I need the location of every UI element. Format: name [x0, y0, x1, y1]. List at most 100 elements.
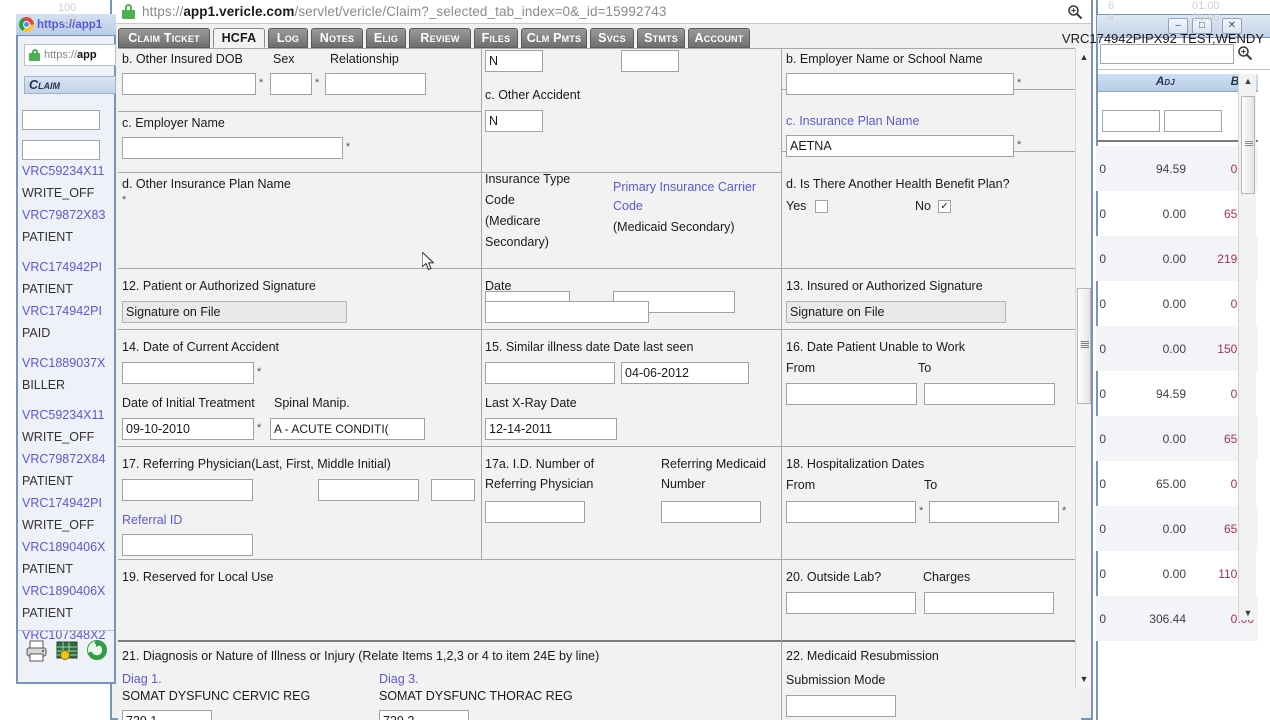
select-relationship[interactable] [325, 73, 426, 95]
input-item18-from[interactable] [786, 501, 916, 523]
form-scrollbar-grip [1081, 341, 1089, 348]
label-submission-mode: Submission Mode [786, 673, 886, 687]
checkbox-another-plan-yes[interactable] [815, 200, 828, 213]
sidebar-claim-id[interactable]: VRC79872X83 [18, 208, 116, 230]
background-window-scrollbar[interactable]: ▲ ▼ [1238, 74, 1256, 620]
sidebar-claim-id[interactable]: VRC174942PI [18, 260, 116, 282]
sidebar-claim-id[interactable]: VRC1890406X [18, 540, 116, 562]
scroll-up-arrow[interactable]: ▲ [1241, 74, 1255, 88]
input-employer-or-school[interactable] [786, 73, 1014, 95]
column-header-adj[interactable]: Adj [1098, 74, 1183, 91]
input-referring-medicaid-number[interactable] [661, 501, 761, 523]
tab-stmts[interactable]: Stmts [637, 28, 685, 48]
filter-input-adj[interactable] [1102, 110, 1160, 132]
tab-clm-pmts[interactable]: Clm Pmts [521, 28, 587, 48]
tab-files[interactable]: Files [474, 28, 518, 48]
page-zoom-icon[interactable] [1066, 4, 1084, 22]
input-item12-date[interactable] [485, 301, 649, 323]
checkbox-another-plan-no[interactable]: ✓ [938, 200, 951, 213]
input-other-accident[interactable]: N [485, 110, 543, 132]
scroll-down-arrow[interactable]: ▼ [1241, 606, 1255, 620]
sidebar-claim-id[interactable]: VRC59234X11 [18, 408, 116, 430]
input-other-accident-top[interactable]: N [485, 50, 543, 72]
sidebar-claim-status: PAID [22, 326, 51, 340]
grid-row[interactable]: 0 0.00 219.08 [1096, 236, 1258, 281]
form-scroll-down-arrow[interactable]: ▼ [1077, 672, 1091, 686]
ledger-icon[interactable] [54, 638, 80, 664]
tab-account[interactable]: Account [688, 28, 750, 48]
sidebar-claim-id[interactable]: VRC1889037X [18, 356, 116, 378]
grid-row[interactable]: 0 0.00 110.00 [1096, 551, 1258, 596]
input-item14-accident-date[interactable] [122, 362, 254, 384]
input-referral-id[interactable] [122, 534, 253, 556]
input-diag1-code[interactable]: 739.1 [122, 710, 212, 720]
label-item14: 14. Date of Current Accident [122, 340, 280, 354]
label-diag3-description: SOMAT DYSFUNC THORAC REG [379, 689, 573, 703]
input-diag3-code[interactable]: 739.2 [379, 710, 469, 720]
sidebar-tab-claim[interactable]: Claim [24, 76, 116, 94]
grid-row[interactable]: 00.0065.00 [1096, 506, 1258, 551]
input-item16-from[interactable] [786, 383, 917, 405]
input-item15-date-last-seen[interactable]: 04-06-2012 [621, 362, 749, 384]
input-referring-physician-mi[interactable] [431, 479, 475, 501]
claim-list-address-bar[interactable]: https://app [24, 44, 116, 66]
grid-row[interactable]: 0306.440.00 [1096, 596, 1258, 641]
sidebar-claim-id[interactable]: VRC174942PI [18, 304, 116, 326]
sidebar-claim-id[interactable]: VRC1890406X [18, 584, 116, 606]
tab-notes[interactable]: Notes [311, 28, 363, 48]
form-scrollbar-thumb[interactable] [1077, 288, 1091, 404]
input-employer-name[interactable] [122, 137, 343, 159]
input-insurance-plan-name[interactable]: AETNA [786, 135, 1014, 157]
printer-icon[interactable] [24, 638, 50, 664]
label-item20: 20. Outside Lab? [786, 570, 882, 584]
input-item15-similar-illness[interactable] [485, 362, 615, 384]
label-item18-from: From [786, 478, 816, 492]
input-item17a-id-number[interactable] [485, 501, 585, 523]
grid-row[interactable]: 094.590.00 [1096, 146, 1258, 191]
input-blank-top[interactable] [621, 50, 679, 72]
tab-review[interactable]: Review [409, 28, 471, 48]
select-submission-mode[interactable] [786, 695, 896, 717]
input-item16-to[interactable] [924, 383, 1055, 405]
input-item13-signature[interactable]: Signature on File [786, 301, 1006, 323]
refresh-icon[interactable] [84, 638, 110, 664]
sidebar-claim-id[interactable]: VRC59234X11 [18, 164, 116, 186]
tab-elig[interactable]: Elig [366, 28, 406, 48]
grid-row[interactable]: 00.000.00 [1096, 281, 1258, 326]
tab-claim-ticket[interactable]: Claim Ticket [118, 28, 210, 48]
sidebar-claim-id[interactable]: VRC174942PI [18, 496, 116, 518]
input-other-insured-dob[interactable] [122, 73, 256, 95]
grid-cell-pre: 0 [1099, 207, 1106, 221]
input-outside-lab[interactable] [786, 592, 916, 614]
grid-row[interactable]: 0 0.00 150.00 [1096, 326, 1258, 371]
tab-svcs[interactable]: Svcs [590, 28, 634, 48]
grid-row[interactable]: 00.0065.00 [1096, 191, 1258, 236]
address-bar[interactable]: https://app1.vericle.com/servlet/vericle… [112, 0, 1091, 24]
sidebar-claim-id[interactable]: VRC79872X84 [18, 452, 116, 474]
sidebar-claim-status: WRITE_OFF [22, 430, 95, 444]
input-referring-physician-first[interactable] [318, 479, 419, 501]
grid-row[interactable]: 094.590.00 [1096, 371, 1258, 416]
input-item12-signature[interactable]: Signature on File [122, 301, 347, 323]
background-search-input[interactable] [1100, 44, 1234, 64]
sidebar-input-1[interactable] [22, 110, 100, 130]
input-referring-physician-last[interactable] [122, 479, 253, 501]
form-scroll-up-arrow[interactable]: ▲ [1077, 50, 1091, 64]
scrollbar-thumb[interactable] [1241, 96, 1255, 194]
input-charges[interactable] [924, 592, 1054, 614]
input-initial-treatment-date[interactable]: 09-10-2010 [122, 418, 254, 440]
magnifier-icon[interactable] [1236, 45, 1254, 63]
tab-log[interactable]: Log [268, 28, 308, 48]
filter-input-bal[interactable] [1164, 110, 1222, 132]
input-item18-to[interactable] [929, 501, 1059, 523]
sidebar-claim-status: PATIENT [22, 230, 73, 244]
sidebar-input-2[interactable] [22, 140, 100, 160]
input-sex[interactable] [270, 73, 312, 95]
tab-hcfa[interactable]: HCFA [213, 28, 265, 48]
grid-filter-row [1098, 110, 1258, 136]
grid-row[interactable]: 065.000.00 [1096, 461, 1258, 506]
grid-row[interactable]: 00.0065.00 [1096, 416, 1258, 461]
select-spinal-manip[interactable]: A - ACUTE CONDITI( [270, 418, 425, 440]
form-scrollbar[interactable]: ▲ ▼ [1075, 48, 1091, 688]
input-last-xray-date[interactable]: 12-14-2011 [485, 418, 617, 440]
